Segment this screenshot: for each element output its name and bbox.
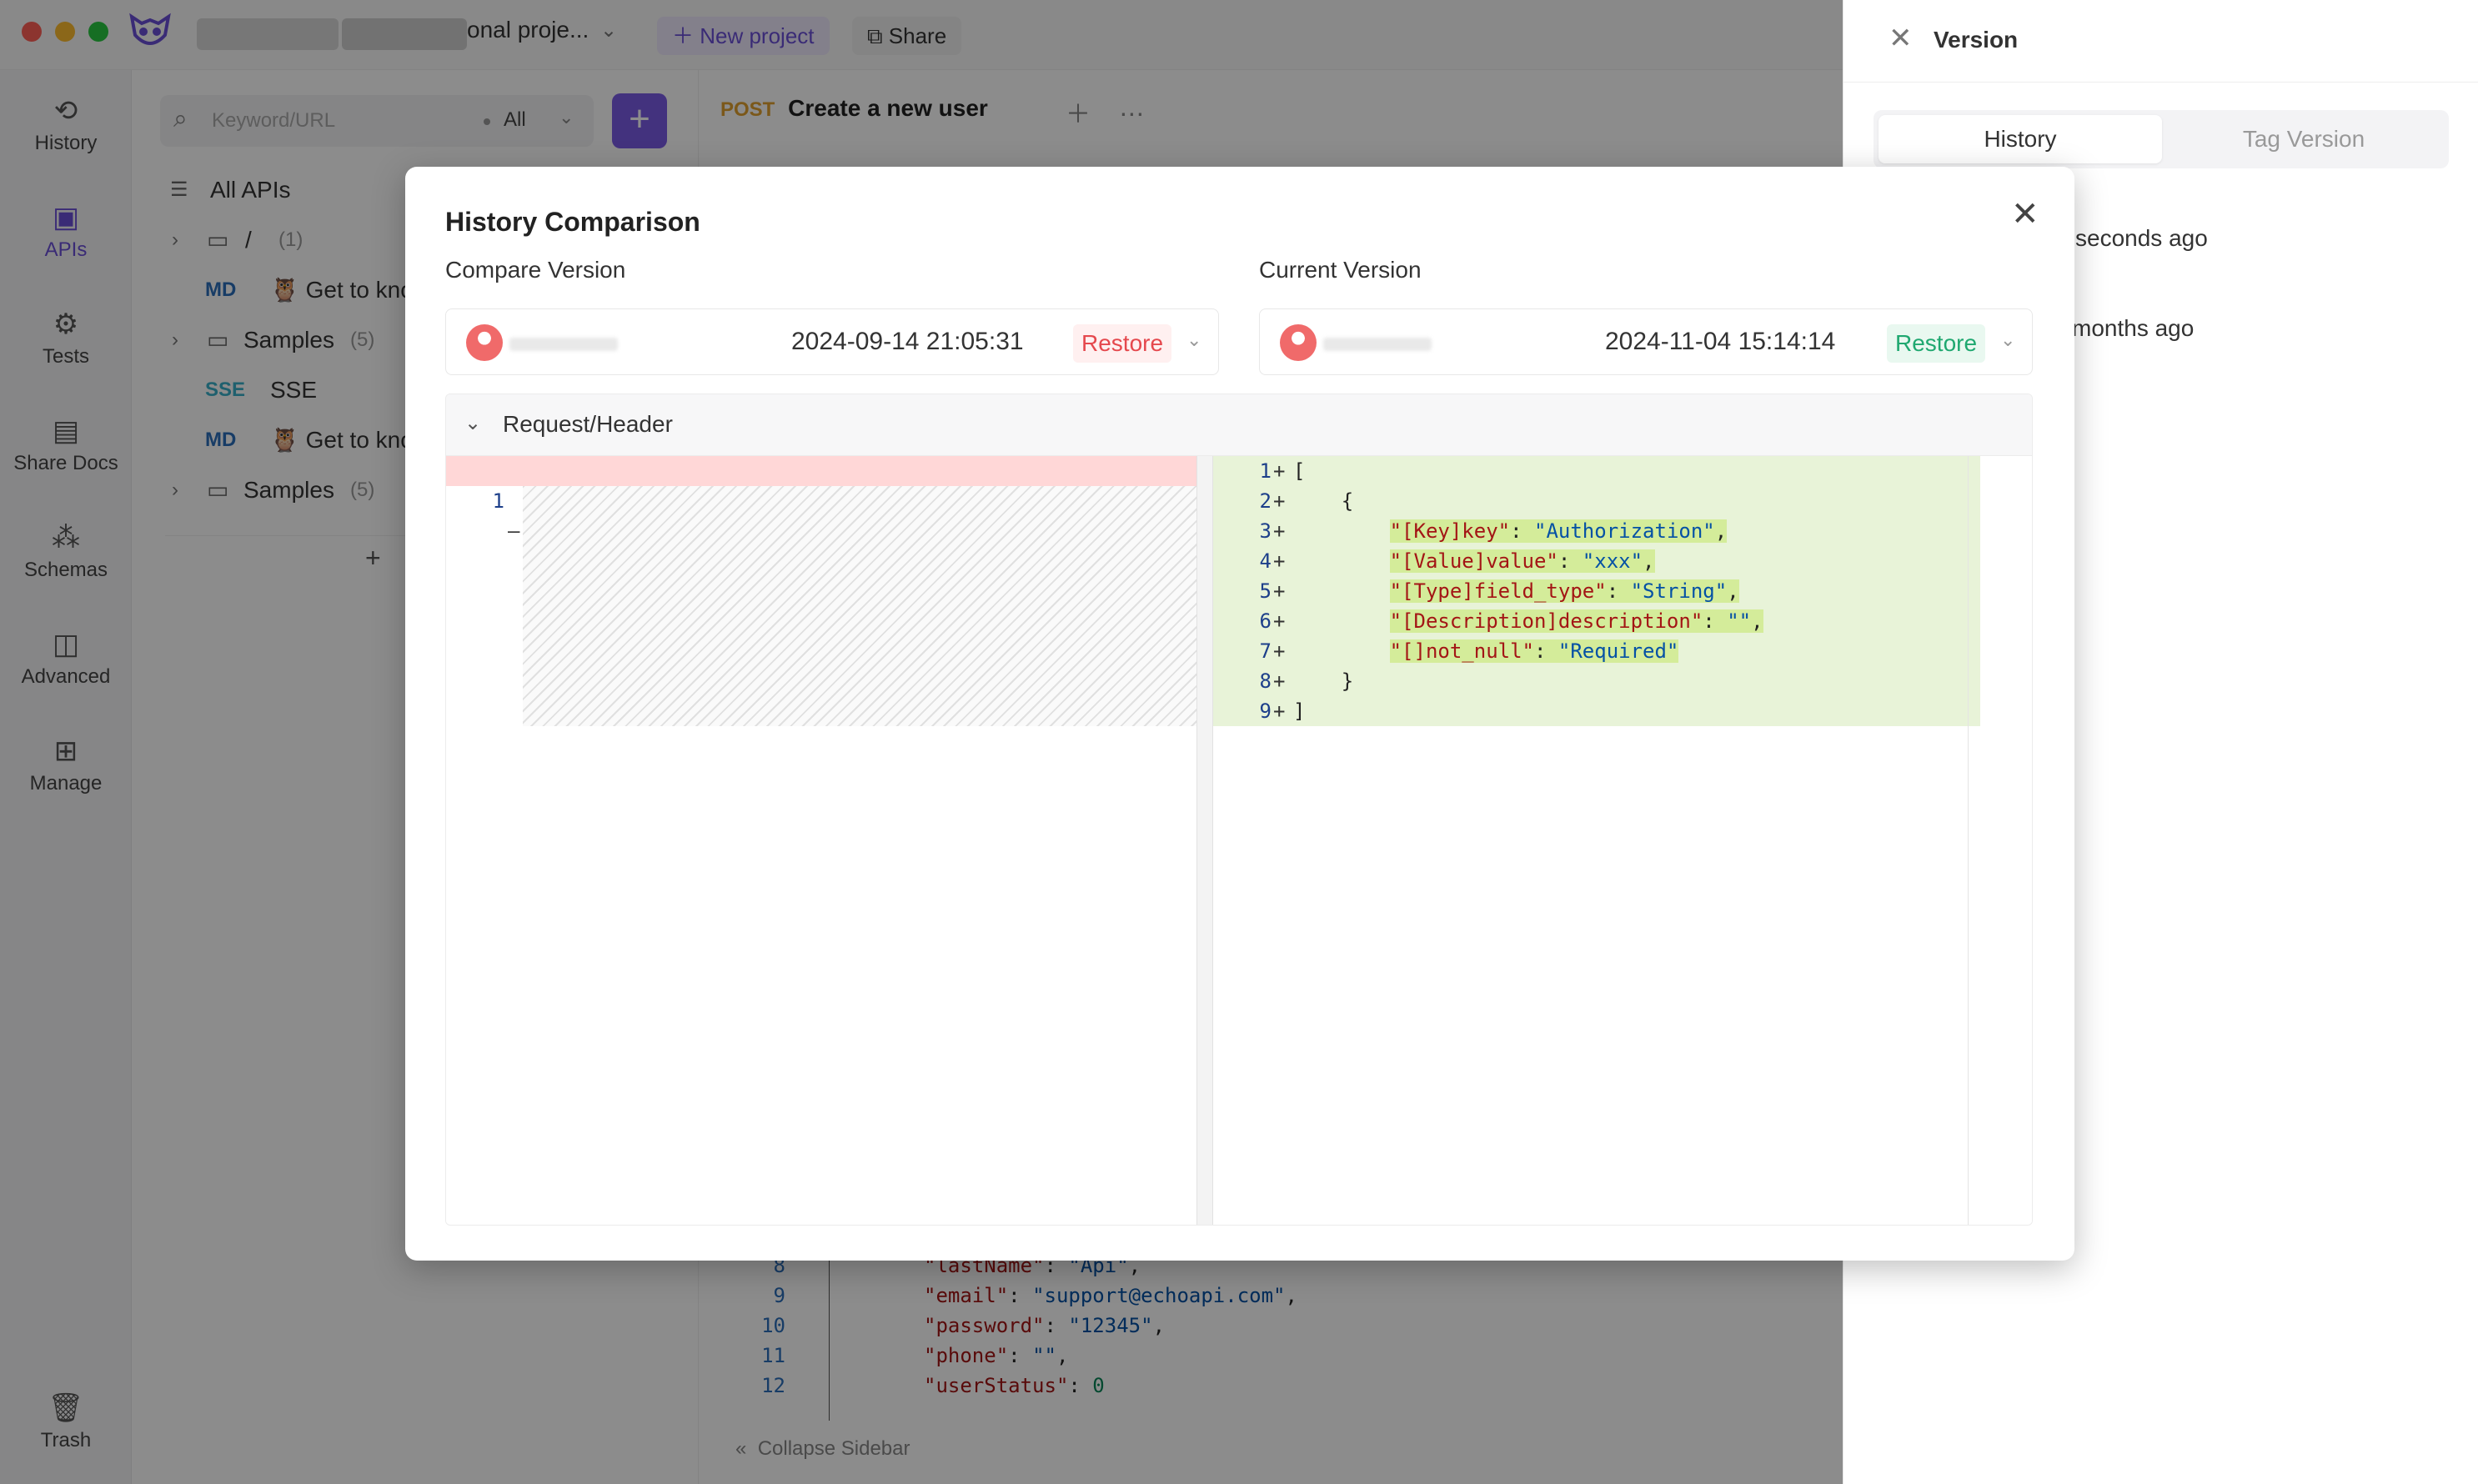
diff-sign: + bbox=[1273, 609, 1286, 633]
blurred-user-name bbox=[509, 338, 618, 351]
diff-text: } bbox=[1293, 669, 1354, 693]
compare-version-date: 2024-09-14 21:05:31 bbox=[791, 328, 1024, 355]
code-tail: , bbox=[1751, 609, 1763, 633]
chevron-down-icon[interactable]: ⌄ bbox=[2000, 329, 2015, 351]
diff-text: "[Type]field_type": "String", bbox=[1389, 579, 1739, 603]
code-value: "Authorization" bbox=[1534, 519, 1715, 543]
diff-text: "[]not_null": "Required" bbox=[1389, 639, 1679, 663]
diff-left-pane[interactable]: 1 — [] bbox=[446, 456, 1211, 1225]
line-number: 5 bbox=[1259, 579, 1272, 603]
diff-empty-placeholder bbox=[523, 486, 1211, 726]
history-comparison-modal: History Comparison ✕ Compare Version Cur… bbox=[405, 167, 2074, 1261]
diff-sign: + bbox=[1273, 459, 1286, 483]
diff-section-title: Request/Header bbox=[503, 411, 673, 437]
version-panel-title: Version bbox=[1934, 27, 2019, 53]
modal-title: History Comparison bbox=[445, 207, 700, 237]
restore-compare-button[interactable]: Restore bbox=[1073, 324, 1172, 363]
code-tail: , bbox=[1714, 519, 1728, 543]
scroll-track[interactable] bbox=[1968, 456, 1969, 1225]
app-window: onal proje... ⌄ ＋ New project ⧉ Share ⟲ H… bbox=[0, 0, 2478, 1484]
code-key: "[Type]field_type" bbox=[1389, 579, 1607, 603]
diff-text: "[Value]value": "xxx", bbox=[1389, 549, 1655, 573]
line-number: 4 bbox=[1259, 549, 1272, 573]
diff-sign: + bbox=[1273, 669, 1286, 693]
current-version-date: 2024-11-04 15:14:14 bbox=[1605, 328, 1836, 355]
diff-added-line: 9 +] bbox=[1213, 696, 1980, 726]
code-tail: , bbox=[1643, 549, 1655, 573]
code-key: "[Value]value" bbox=[1389, 549, 1558, 573]
line-number: 2 bbox=[1259, 489, 1272, 513]
blurred-user-name bbox=[1323, 338, 1432, 351]
divider bbox=[1843, 82, 2478, 83]
diff-added-line: 3 + "[Key]key": "Authorization", bbox=[1213, 516, 1980, 546]
line-number: 7 bbox=[1259, 639, 1272, 663]
tab-tag-version[interactable]: Tag Version bbox=[2162, 115, 2445, 163]
diff-section-header[interactable]: ⌄ Request/Header bbox=[446, 394, 2032, 456]
diff-text: "[Key]key": "Authorization", bbox=[1389, 519, 1728, 543]
compare-version-label: Compare Version bbox=[445, 257, 626, 283]
line-number: 6 bbox=[1259, 609, 1272, 633]
diff-sign: + bbox=[1273, 489, 1286, 513]
code-key: "[Key]key" bbox=[1389, 519, 1511, 543]
close-icon[interactable]: ✕ bbox=[1889, 22, 1913, 55]
diff-text: ] bbox=[1293, 699, 1306, 723]
line-number: 1 bbox=[492, 489, 504, 513]
code-key: "[]not_null" bbox=[1389, 639, 1534, 663]
diff-sign: + bbox=[1273, 549, 1286, 573]
current-version-label: Current Version bbox=[1259, 257, 1422, 283]
chevron-down-icon[interactable]: ⌄ bbox=[464, 411, 481, 435]
diff-added-line: 6 + "[Description]description": "", bbox=[1213, 606, 1980, 636]
avatar bbox=[466, 324, 503, 361]
diff-added-line: 2 + { bbox=[1213, 486, 1980, 516]
version-tabs: History Tag Version bbox=[1874, 110, 2449, 168]
line-number: 3 bbox=[1259, 519, 1272, 543]
line-number: 8 bbox=[1259, 669, 1272, 693]
diff-removed-line: 1 — [] bbox=[446, 456, 1211, 573]
version-item[interactable]: months ago bbox=[2072, 315, 2194, 342]
diff-sign: — bbox=[508, 519, 520, 543]
diff-added-line: 7 + "[]not_null": "Required" bbox=[1213, 636, 1980, 666]
diff-sign: + bbox=[1273, 639, 1286, 663]
diff-text: { bbox=[1293, 489, 1354, 513]
code-key: "[Description]description" bbox=[1389, 609, 1703, 633]
avatar bbox=[1280, 324, 1317, 361]
line-number: 9 bbox=[1259, 699, 1272, 723]
diff-splitter[interactable] bbox=[1196, 456, 1213, 1225]
code-value: "" bbox=[1727, 609, 1752, 633]
diff-right-pane[interactable]: 1 +[ 2 + { 3 + "[Key]key": "Authorization",… bbox=[1213, 456, 2032, 1225]
compare-version-select[interactable]: 2024-09-14 21:05:31 Restore ⌄ bbox=[445, 308, 1219, 375]
diff-text: [ bbox=[1293, 459, 1306, 483]
code-value: "Required" bbox=[1558, 639, 1679, 663]
code-tail: , bbox=[1727, 579, 1739, 603]
diff-added-line: 8 + } bbox=[1213, 666, 1980, 696]
diff-added-line: 1 + [ bbox=[1213, 456, 1980, 486]
chevron-down-icon[interactable]: ⌄ bbox=[1186, 329, 1201, 351]
code-value: "String" bbox=[1630, 579, 1728, 603]
diff-added-line: 5 + "[Type]field_type": "String", bbox=[1213, 576, 1980, 606]
close-icon[interactable]: ✕ bbox=[2011, 195, 2039, 233]
tab-history[interactable]: History bbox=[1879, 115, 2162, 163]
code-value: "xxx" bbox=[1582, 549, 1643, 573]
diff-text: "[Description]description": "", bbox=[1389, 609, 1763, 633]
current-version-select[interactable]: 2024-11-04 15:14:14 Restore ⌄ bbox=[1259, 308, 2033, 375]
version-item[interactable]: seconds ago bbox=[2075, 225, 2208, 252]
line-number: 1 bbox=[1259, 459, 1272, 483]
diff-added-line: 4 + "[Value]value": "xxx", bbox=[1213, 546, 1980, 576]
diff-sign: + bbox=[1273, 699, 1286, 723]
diff-sign: + bbox=[1273, 579, 1286, 603]
diff-viewer: ⌄ Request/Header 1 — [] 1+[ 2+ { 3+ "[Ke… bbox=[445, 394, 2033, 1226]
restore-current-button[interactable]: Restore bbox=[1887, 324, 1986, 363]
diff-sign: + bbox=[1273, 519, 1286, 543]
